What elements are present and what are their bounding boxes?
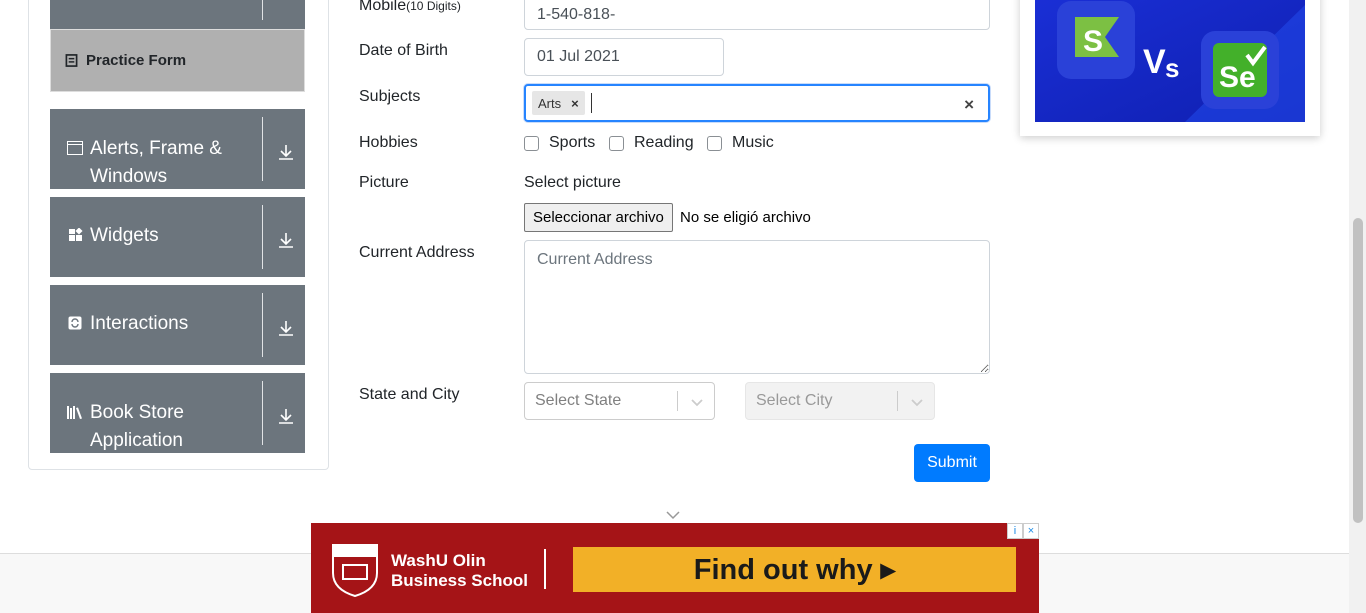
hobbies-label: Hobbies: [359, 134, 418, 151]
group-header: Interactions: [66, 310, 255, 338]
mobile-label: Mobile(10 Digits): [359, 0, 461, 15]
shield-logo: [332, 544, 378, 597]
school-line2: Business School: [391, 571, 528, 590]
sidebar-group-previous[interactable]: [50, 0, 305, 29]
group-label: Widgets: [90, 225, 159, 246]
mobile-hint: (10 Digits): [406, 0, 461, 13]
state-placeholder: Select State: [535, 392, 622, 409]
sidebar-group-widgets[interactable]: Widgets: [50, 197, 305, 277]
close-icon[interactable]: ×: [1023, 523, 1039, 539]
address-label: Current Address: [359, 244, 475, 261]
mobile-value: 1-540-818-: [537, 6, 616, 23]
hobby-label: Sports: [549, 134, 596, 151]
group-divider: [262, 117, 263, 181]
group-label: Alerts, Frame & Windows: [90, 135, 222, 191]
choose-file-button[interactable]: Seleccionar archivo: [524, 203, 673, 232]
picture-label: Picture: [359, 174, 409, 191]
banner-ad[interactable]: WashU Olin Business School Find out why …: [311, 523, 1039, 613]
group-label: Book Store Application: [90, 399, 184, 455]
download-icon[interactable]: [277, 319, 295, 337]
book-icon: [66, 405, 84, 420]
mobile-label-text: Mobile: [359, 0, 407, 14]
subject-tag-label: Arts: [538, 95, 562, 111]
dob-label: Date of Birth: [359, 42, 448, 59]
subjects-input[interactable]: Arts × ×: [524, 84, 990, 122]
school-name: WashU Olin Business School: [391, 551, 528, 591]
download-icon[interactable]: [277, 231, 295, 249]
group-divider: [262, 381, 263, 445]
scrollbar-thumb[interactable]: [1353, 218, 1363, 523]
group-label: Interactions: [90, 313, 189, 334]
checkbox[interactable]: [524, 135, 539, 151]
city-placeholder: Select City: [756, 392, 833, 409]
group-label-line1: Book Store: [90, 402, 184, 423]
svg-text:s: s: [1165, 53, 1179, 83]
clear-icon[interactable]: ×: [964, 95, 974, 115]
sync-icon: [66, 316, 84, 330]
sidebar-group-interactions[interactable]: Interactions: [50, 285, 305, 365]
group-divider: [262, 205, 263, 269]
current-address-field[interactable]: [524, 240, 990, 374]
find-out-why-button[interactable]: Find out why ▸: [573, 547, 1016, 592]
svg-text:S: S: [1083, 25, 1103, 58]
group-header: Alerts, Frame & Windows: [66, 135, 255, 191]
page: Practice Form Alerts, Frame & Windows Wid…: [0, 0, 1366, 613]
state-city-label: State and City: [359, 386, 460, 403]
checkbox[interactable]: [707, 135, 722, 151]
window-icon: [66, 141, 84, 155]
group-label-line1: Alerts, Frame &: [90, 138, 222, 159]
select-divider: [897, 391, 898, 411]
city-select[interactable]: Select City: [745, 382, 935, 420]
group-divider: [262, 0, 263, 20]
group-divider: [262, 293, 263, 357]
dob-field[interactable]: 01 Jul 2021: [524, 38, 724, 76]
hobby-music[interactable]: Music: [707, 134, 774, 152]
group-label-line2: Application: [90, 430, 183, 451]
download-icon[interactable]: [277, 143, 295, 161]
dob-value: 01 Jul 2021: [537, 48, 620, 65]
submit-button[interactable]: Submit: [914, 444, 990, 482]
subjects-label: Subjects: [359, 88, 421, 105]
text-caret: [590, 93, 592, 113]
download-icon[interactable]: [277, 407, 295, 425]
ad-image[interactable]: S V s Se: [1035, 0, 1305, 122]
svg-text:V: V: [1143, 43, 1166, 81]
ad-graphic: S V s Se: [1035, 0, 1305, 122]
ad-badge[interactable]: i ×: [1007, 523, 1039, 539]
mobile-field[interactable]: 1-540-818-: [524, 0, 990, 30]
info-icon[interactable]: i: [1007, 523, 1023, 539]
group-header: Widgets: [66, 222, 255, 250]
remove-tag-icon[interactable]: ×: [571, 96, 579, 111]
group-header: Book Store Application: [66, 399, 255, 455]
scrollbar[interactable]: [1349, 0, 1366, 613]
sidebar-group-alerts[interactable]: Alerts, Frame & Windows: [50, 109, 305, 189]
widgets-icon: [66, 228, 84, 243]
hobby-label: Music: [732, 134, 774, 151]
subject-tag: Arts ×: [532, 91, 585, 115]
hobby-label: Reading: [634, 134, 694, 151]
sidebar-item-practice-form[interactable]: Practice Form: [50, 29, 305, 92]
chevron-down-icon: [911, 399, 923, 407]
sidebar-item-label: Practice Form: [86, 52, 187, 69]
state-select[interactable]: Select State: [524, 382, 715, 420]
group-label-line2: Windows: [90, 166, 168, 187]
chevron-down-icon: [691, 399, 703, 407]
svg-text:Se: Se: [1219, 61, 1256, 94]
form-icon: [65, 54, 78, 67]
ad-divider: [544, 549, 546, 589]
hobby-sports[interactable]: Sports: [524, 134, 595, 152]
school-line1: WashU Olin: [391, 551, 486, 570]
file-status: No se eligió archivo: [680, 209, 811, 226]
sidebar-group-book-store[interactable]: Book Store Application: [50, 373, 305, 453]
checkbox[interactable]: [609, 135, 624, 151]
hobby-reading[interactable]: Reading: [609, 134, 694, 152]
chevron-down-icon[interactable]: [666, 510, 680, 520]
select-picture-label: Select picture: [524, 174, 621, 191]
select-divider: [677, 391, 678, 411]
